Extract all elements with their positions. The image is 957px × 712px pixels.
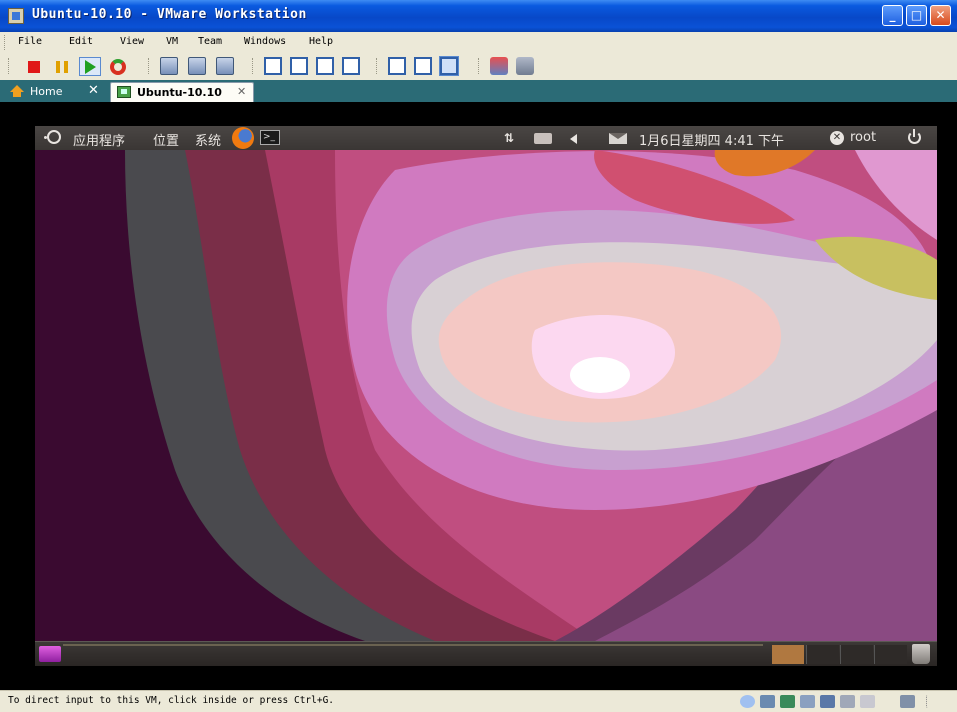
- status-bar: To direct input to this VM, click inside…: [0, 690, 957, 712]
- quick-switch-icon[interactable]: [264, 57, 282, 75]
- cdrom-icon[interactable]: [780, 695, 795, 708]
- team-icon[interactable]: [490, 57, 508, 75]
- toolbar-separator: [478, 58, 481, 74]
- vm-icon: [117, 86, 131, 98]
- message-log-icon[interactable]: [900, 695, 915, 708]
- menu-team[interactable]: Team: [198, 36, 222, 47]
- workspace-2[interactable]: [806, 645, 839, 664]
- menu-edit[interactable]: Edit: [69, 36, 93, 47]
- suspend-icon[interactable]: [56, 61, 68, 73]
- console-active-icon[interactable]: [439, 56, 459, 76]
- console-view-icon[interactable]: [342, 57, 360, 75]
- revert-snapshot-icon[interactable]: [188, 57, 206, 75]
- workspace-1[interactable]: [772, 645, 804, 664]
- power-off-icon[interactable]: [28, 61, 40, 73]
- window-title: Ubuntu-10.10 - VMware Workstation: [32, 7, 307, 22]
- firefox-icon[interactable]: [232, 127, 254, 149]
- close-button[interactable]: ✕: [930, 5, 951, 26]
- workspace-4[interactable]: [874, 645, 907, 664]
- workspace-3[interactable]: [840, 645, 873, 664]
- toolbar-grip[interactable]: [8, 58, 11, 74]
- summary-view-icon[interactable]: [388, 57, 406, 75]
- volume-icon[interactable]: [570, 134, 577, 144]
- resize-grip[interactable]: [926, 695, 937, 708]
- vm-console[interactable]: 应用程序 位置 系统 >_ ⇅ 1月6日星期四 4:41 下午 ✕ root: [0, 102, 957, 690]
- network-icon[interactable]: ⇅: [504, 131, 518, 145]
- snapshot-manager-icon[interactable]: [216, 57, 234, 75]
- tab-bar: Home ✕ Ubuntu-10.10 ✕: [0, 80, 957, 102]
- ubuntu-logo-icon[interactable]: [44, 130, 61, 144]
- trash-icon[interactable]: [912, 644, 930, 664]
- user-status-icon[interactable]: ✕: [830, 131, 844, 145]
- tab-home-close-icon[interactable]: ✕: [88, 83, 99, 98]
- sound-icon[interactable]: [840, 695, 855, 708]
- desktop-wallpaper[interactable]: [35, 150, 937, 641]
- menu-system[interactable]: 系统: [195, 130, 221, 149]
- network-adapter-icon[interactable]: [820, 695, 835, 708]
- ubuntu-bottom-panel: [35, 641, 937, 666]
- shutdown-icon[interactable]: [908, 129, 921, 144]
- user-name[interactable]: root: [850, 130, 876, 145]
- toolbar: [0, 53, 957, 81]
- tab-home-label: Home: [30, 85, 63, 98]
- keyboard-icon[interactable]: [534, 133, 552, 144]
- status-message: To direct input to this VM, click inside…: [8, 695, 335, 706]
- appliance-view-icon[interactable]: [414, 57, 432, 75]
- home-icon: [10, 85, 24, 97]
- reset-icon[interactable]: [110, 59, 126, 75]
- menu-view[interactable]: View: [120, 36, 144, 47]
- menu-grip[interactable]: [4, 35, 8, 50]
- tab-ubuntu[interactable]: Ubuntu-10.10 ✕: [110, 82, 254, 102]
- hard-disk-icon[interactable]: [760, 695, 775, 708]
- usb-icon[interactable]: [800, 695, 815, 708]
- terminal-icon[interactable]: >_: [260, 130, 280, 145]
- toolbar-separator: [376, 58, 379, 74]
- window-list[interactable]: [63, 644, 763, 646]
- show-desktop-icon[interactable]: [39, 646, 61, 662]
- menu-windows[interactable]: Windows: [244, 36, 286, 47]
- fullscreen-icon[interactable]: [290, 57, 308, 75]
- toolbar-separator: [148, 58, 151, 74]
- power-on-button[interactable]: [79, 57, 101, 76]
- menu-applications[interactable]: 应用程序: [73, 130, 125, 149]
- window-title-bar[interactable]: Ubuntu-10.10 - VMware Workstation _ □ ✕: [0, 0, 957, 32]
- menu-bar: File Edit View VM Team Windows Help: [0, 32, 957, 54]
- vmware-app-icon[interactable]: [8, 8, 24, 24]
- maximize-button[interactable]: □: [906, 5, 927, 26]
- guest-desktop[interactable]: 应用程序 位置 系统 >_ ⇅ 1月6日星期四 4:41 下午 ✕ root: [35, 126, 937, 666]
- mail-icon[interactable]: [609, 133, 627, 144]
- power-on-icon: [85, 60, 96, 74]
- toolbar-separator: [252, 58, 255, 74]
- team-settings-icon[interactable]: [516, 57, 534, 75]
- menu-file[interactable]: File: [18, 36, 42, 47]
- ubuntu-top-panel: 应用程序 位置 系统 >_ ⇅ 1月6日星期四 4:41 下午 ✕ root: [35, 126, 937, 150]
- unity-icon[interactable]: [316, 57, 334, 75]
- minimize-button[interactable]: _: [882, 5, 903, 26]
- display-icon[interactable]: [860, 695, 875, 708]
- tab-ubuntu-label: Ubuntu-10.10: [137, 86, 222, 99]
- menu-places[interactable]: 位置: [153, 130, 179, 149]
- menu-vm[interactable]: VM: [166, 36, 178, 47]
- vmware-tools-icon[interactable]: [740, 695, 755, 708]
- tab-home[interactable]: Home ✕: [6, 82, 106, 102]
- tab-ubuntu-close-icon[interactable]: ✕: [237, 85, 246, 98]
- clock[interactable]: 1月6日星期四 4:41 下午: [639, 130, 784, 149]
- menu-help[interactable]: Help: [309, 36, 333, 47]
- snapshot-icon[interactable]: [160, 57, 178, 75]
